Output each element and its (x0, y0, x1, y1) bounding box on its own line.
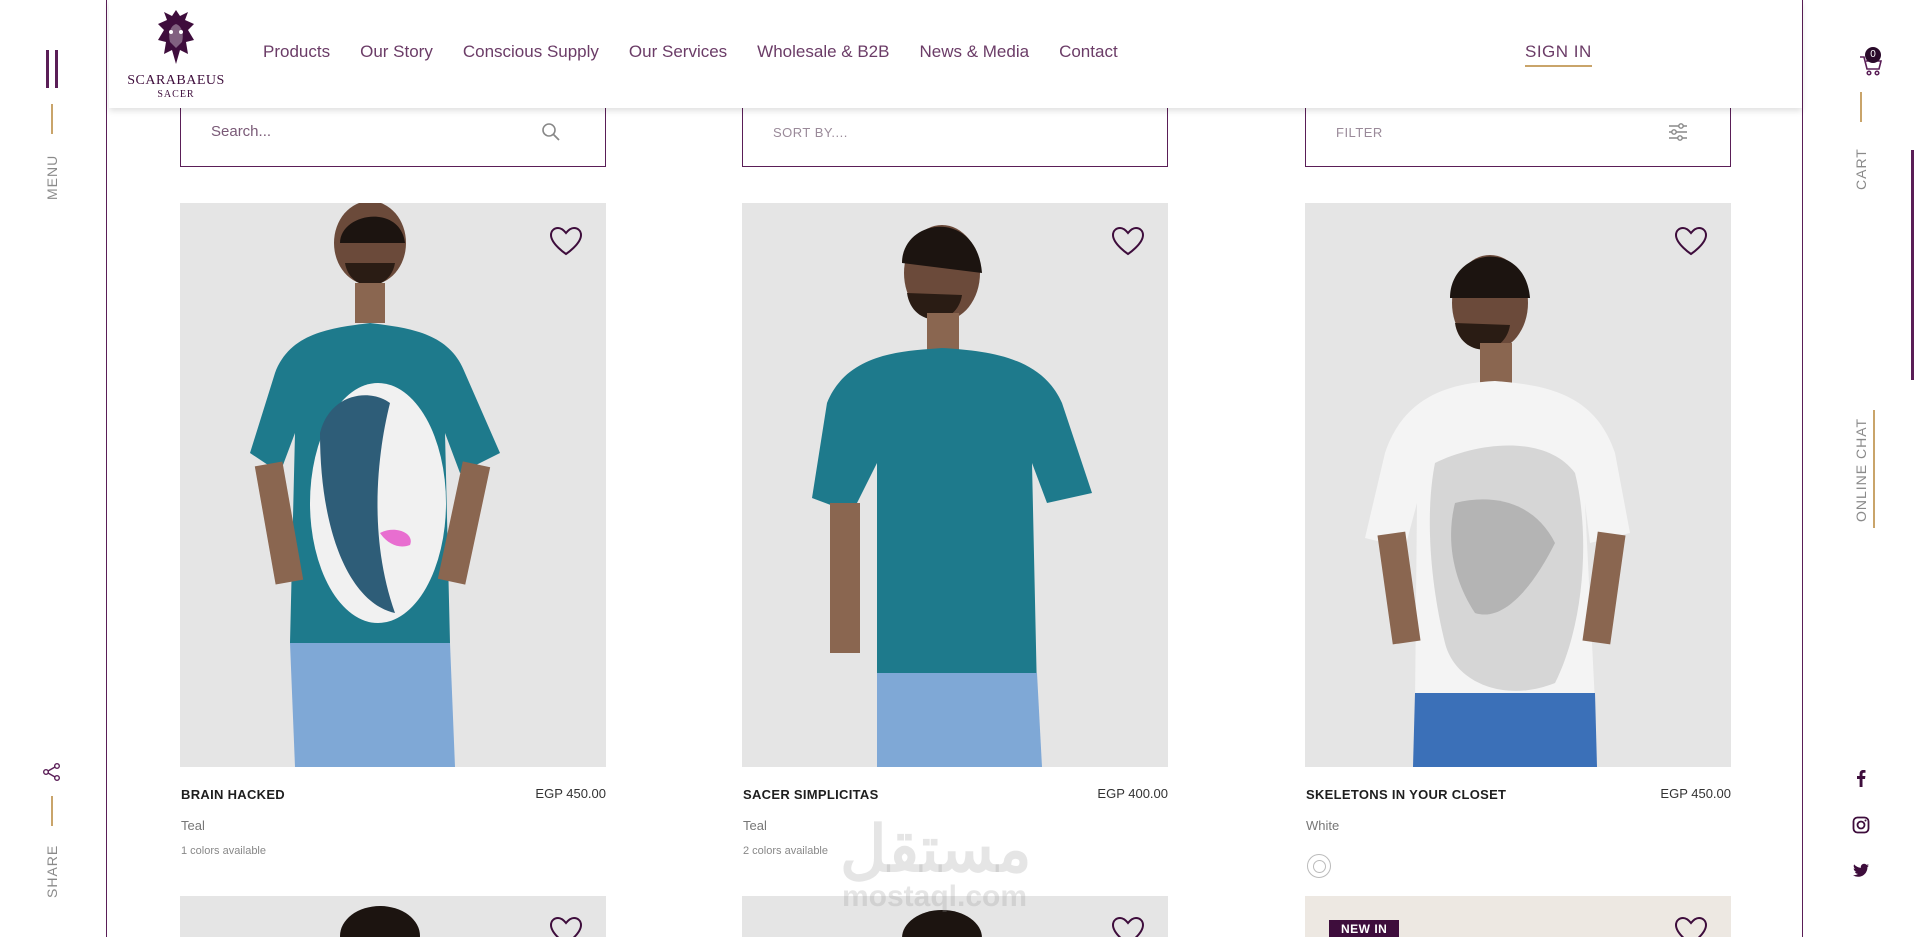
instagram-icon[interactable] (1851, 815, 1871, 835)
left-rail: MENU SHARE (0, 0, 107, 937)
product-name[interactable]: SACER SIMPLICITAS (743, 787, 879, 802)
brand-logo[interactable]: SCARABAEUS SACER (121, 6, 231, 106)
cart-divider (1860, 92, 1862, 122)
cart-count-badge: 0 (1865, 47, 1881, 63)
product-availability: 1 colors available (181, 845, 266, 857)
product-image[interactable] (180, 896, 606, 937)
brand-sub: SACER (157, 89, 195, 100)
facebook-icon[interactable] (1851, 768, 1871, 788)
nav-conscious-supply[interactable]: Conscious Supply (463, 42, 599, 62)
nav-news-media[interactable]: News & Media (919, 42, 1029, 62)
brand-name: SCARABAEUS (127, 73, 225, 88)
wishlist-heart-icon[interactable] (1111, 916, 1145, 937)
product-color: Teal (181, 818, 205, 833)
wishlist-heart-icon[interactable] (1674, 226, 1708, 256)
product-color: Teal (743, 818, 767, 833)
sort-label: SORT BY.... (773, 125, 848, 140)
product-image[interactable] (742, 203, 1168, 767)
chat-divider (1873, 410, 1875, 528)
model-white-tshirt-sketch-image (1365, 255, 1630, 767)
filter-sliders-icon (1669, 123, 1687, 141)
menu-divider (51, 104, 53, 134)
twitter-icon[interactable] (1851, 861, 1871, 881)
menu-label[interactable]: MENU (44, 155, 60, 200)
nav-products[interactable]: Products (263, 42, 330, 62)
product-availability: 2 colors available (743, 845, 828, 857)
wishlist-heart-icon[interactable] (549, 226, 583, 256)
main-nav: Products Our Story Conscious Supply Our … (263, 42, 1148, 62)
share-label[interactable]: SHARE (44, 845, 60, 898)
search-icon[interactable] (541, 122, 561, 142)
filter-label: FILTER (1336, 125, 1383, 140)
model-teal-tshirt-graphic-image (250, 203, 500, 767)
new-in-badge: NEW IN (1329, 920, 1400, 937)
wishlist-heart-icon[interactable] (549, 916, 583, 937)
product-price: EGP 400.00 (1097, 786, 1168, 801)
scarab-logo-icon (158, 10, 194, 64)
watermark-arabic: مستقل (840, 813, 1032, 885)
product-color: White (1306, 818, 1340, 833)
nav-our-services[interactable]: Our Services (629, 42, 727, 62)
product-image[interactable] (180, 203, 606, 767)
watermark-latin: mostaql.com (842, 880, 1028, 913)
sign-in-link[interactable]: SIGN IN (1525, 42, 1592, 67)
product-price: EGP 450.00 (1660, 786, 1731, 801)
site-header: SCARABAEUS SACER Products Our Story Cons… (109, 0, 1802, 108)
wishlist-heart-icon[interactable] (1111, 226, 1145, 256)
product-name[interactable]: SKELETONS IN YOUR CLOSET (1306, 787, 1506, 802)
model-partial-image (340, 906, 420, 937)
menu-icon[interactable] (46, 50, 58, 88)
online-chat-label[interactable]: ONLINE CHAT (1853, 418, 1869, 522)
nav-our-story[interactable]: Our Story (360, 42, 433, 62)
product-name[interactable]: BRAIN HACKED (181, 787, 285, 802)
wishlist-heart-icon[interactable] (1674, 916, 1708, 937)
nav-contact[interactable]: Contact (1059, 42, 1118, 62)
search-input[interactable]: Search... (211, 123, 271, 140)
product-image[interactable] (1305, 203, 1731, 767)
share-divider (51, 796, 53, 826)
nav-wholesale-b2b[interactable]: Wholesale & B2B (757, 42, 889, 62)
share-icon[interactable] (42, 762, 62, 782)
cart-label[interactable]: CART (1853, 148, 1869, 190)
right-rail: CART ONLINE CHAT (1802, 0, 1914, 937)
model-teal-plain-tshirt-image (812, 225, 1092, 767)
product-price: EGP 450.00 (535, 786, 606, 801)
color-swatch[interactable] (1307, 854, 1331, 878)
